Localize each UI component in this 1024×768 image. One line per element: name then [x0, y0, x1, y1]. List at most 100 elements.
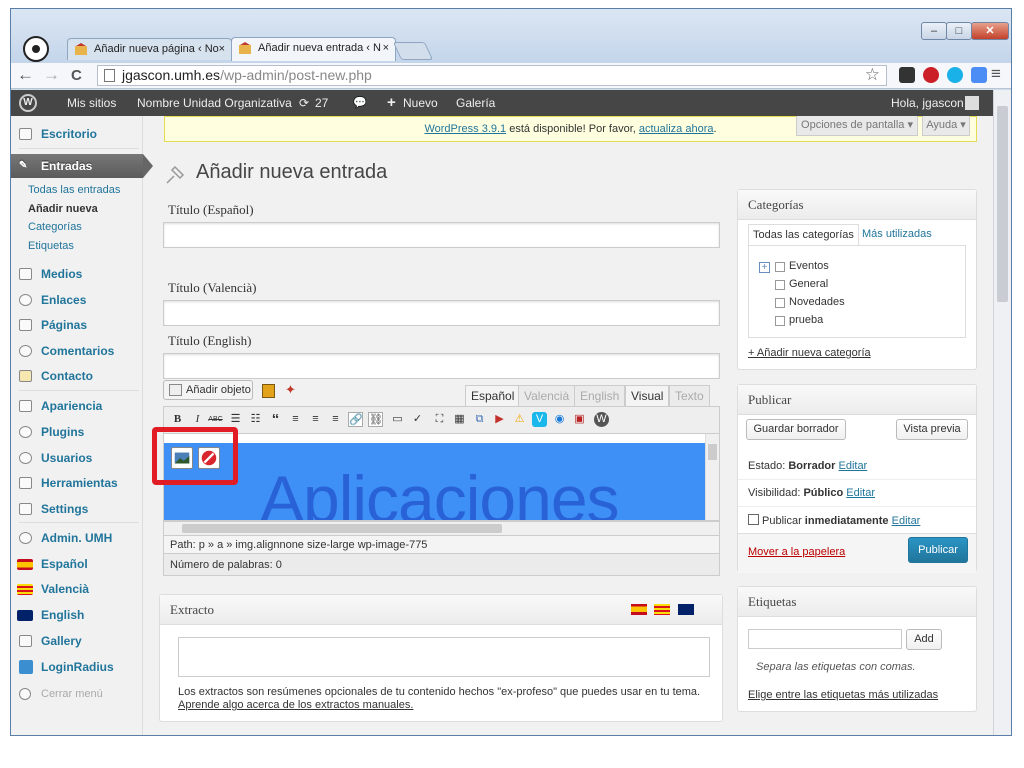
title-va-input[interactable] [163, 300, 720, 326]
align-left-button[interactable]: ≡ [288, 412, 303, 427]
excerpt-textarea[interactable] [178, 637, 710, 677]
menu-media[interactable]: Medios [11, 262, 143, 286]
bullet-list-button[interactable]: ☰ [228, 412, 243, 427]
trash-link[interactable]: Mover a la papelera [748, 546, 845, 558]
forward-icon[interactable]: → [43, 65, 60, 85]
collapse-menu[interactable]: Cerrar menú [11, 682, 143, 706]
italic-button[interactable]: I [190, 412, 205, 427]
unlink-button[interactable]: ⛓ [368, 412, 383, 427]
edit-schedule-link[interactable]: Editar [892, 515, 921, 527]
edit-visibility-link[interactable]: Editar [846, 487, 875, 499]
editor-horizontal-scrollbar[interactable] [163, 521, 720, 536]
close-tab-icon[interactable]: × [219, 39, 225, 59]
category-checkbox[interactable] [775, 262, 785, 272]
new-content-link[interactable]: Nuevo [403, 90, 438, 116]
scrollbar-thumb[interactable] [997, 106, 1008, 302]
reload-icon[interactable]: C [71, 67, 82, 84]
bookmark-star-icon[interactable]: ☆ [865, 65, 880, 84]
vimeo-button[interactable]: V [532, 412, 547, 427]
add-tag-button[interactable]: Add [906, 629, 942, 650]
spain-flag-icon[interactable] [631, 604, 647, 615]
excerpt-learn-link[interactable]: Aprende algo acerca de los extractos man… [178, 699, 413, 711]
updates-icon[interactable]: ⟳ [299, 90, 309, 116]
back-icon[interactable]: ← [17, 65, 34, 85]
menu-plugins[interactable]: Plugins [11, 420, 143, 444]
tab-lang-english[interactable]: English [574, 385, 626, 407]
account-greeting[interactable]: Hola, jgascon [891, 90, 964, 116]
tab-new-page[interactable]: Añadir nueva página ‹ No × [67, 38, 232, 60]
new-tab-button[interactable] [392, 42, 434, 60]
menu-links[interactable]: Enlaces [11, 288, 143, 312]
tab-lang-espanol[interactable]: Español [465, 385, 521, 407]
publish-button[interactable]: Publicar [908, 537, 968, 563]
help-button[interactable]: Ayuda ▾ [922, 116, 970, 136]
blockquote-button[interactable]: “ [268, 412, 283, 427]
menu-admin-umh[interactable]: Admin. UMH [11, 526, 143, 550]
menu-espanol[interactable]: Español [11, 552, 143, 576]
wordpress-version-link[interactable]: WordPress 3.9.1 [424, 123, 506, 135]
menu-appearance[interactable]: Apariencia [11, 394, 143, 418]
strikethrough-button[interactable]: ABC [208, 412, 223, 427]
insert-link-button[interactable]: 🔗 [348, 412, 363, 427]
kitchen-sink-button[interactable]: ▦ [452, 412, 467, 427]
menu-gallery[interactable]: Gallery [11, 629, 143, 653]
maximize-button[interactable]: □ [946, 22, 972, 40]
comments-icon[interactable]: 💬 [353, 90, 367, 116]
horizontal-scroll-thumb[interactable] [182, 524, 502, 533]
valencia-flag-icon[interactable] [654, 604, 670, 615]
submenu-categories[interactable]: Categorías [28, 221, 82, 233]
submenu-tags[interactable]: Etiquetas [28, 240, 74, 252]
spellcheck-button[interactable]: ✓ [410, 412, 425, 427]
plugin-insert-icon[interactable]: ✦ [285, 382, 296, 398]
page-scrollbar[interactable] [993, 90, 1011, 735]
tab-text[interactable]: Texto [669, 385, 710, 407]
align-center-button[interactable]: ≡ [308, 412, 323, 427]
fullscreen-button[interactable]: ⛶ [432, 412, 447, 427]
title-es-input[interactable] [163, 222, 720, 248]
updates-count[interactable]: 27 [315, 90, 328, 116]
choose-tags-link[interactable]: Elige entre las etiquetas más utilizadas [748, 689, 938, 701]
menu-valencia[interactable]: Valencià [11, 577, 143, 601]
title-en-input[interactable] [163, 353, 720, 379]
tab-lang-valencia[interactable]: Valencià [518, 385, 576, 407]
media-play-button[interactable]: ◉ [552, 412, 567, 427]
tab-all-categories[interactable]: Todas las categorías [748, 224, 859, 246]
menu-loginradius[interactable]: LoginRadius [11, 655, 143, 679]
minimize-button[interactable]: – [921, 22, 947, 40]
menu-settings[interactable]: Settings [11, 497, 143, 521]
extension-mail-icon[interactable] [971, 67, 987, 83]
selected-image[interactable]: Aplicaciones [164, 443, 705, 520]
menu-contact[interactable]: Contacto [11, 364, 143, 388]
menu-english[interactable]: English [11, 603, 143, 627]
category-checkbox[interactable] [775, 298, 785, 308]
youtube-button[interactable]: ▶ [492, 412, 507, 427]
menu-posts[interactable]: ✎ Entradas [11, 154, 153, 178]
warning-button[interactable]: ⚠ [512, 412, 527, 427]
insert-more-button[interactable]: ▭ [390, 412, 405, 427]
tag-input[interactable] [748, 629, 902, 649]
menu-comments[interactable]: Comentarios [11, 339, 143, 363]
site-name-link[interactable]: Nombre Unidad Organizativa [137, 90, 292, 116]
tab-visual[interactable]: Visual [625, 385, 670, 407]
save-draft-button[interactable]: Guardar borrador [746, 419, 846, 440]
menu-tools[interactable]: Herramientas [11, 471, 143, 495]
gallery-link[interactable]: Galería [456, 90, 495, 116]
close-tab-icon[interactable]: × [383, 38, 389, 58]
pinterest-icon[interactable] [923, 67, 939, 83]
gallery-insert-icon[interactable] [262, 384, 275, 398]
editor-vertical-scrollbar[interactable] [705, 434, 719, 520]
edit-status-link[interactable]: Editar [838, 460, 867, 472]
category-checkbox[interactable] [775, 316, 785, 326]
menu-icon[interactable]: ≡ [991, 64, 1001, 84]
wordpress-logo-icon[interactable]: W [19, 94, 37, 112]
screen-options-button[interactable]: Opciones de pantalla ▾ [796, 116, 918, 136]
expand-icon[interactable]: + [759, 262, 770, 273]
uk-flag-icon[interactable] [678, 604, 694, 615]
editor-content-area[interactable]: Aplicaciones [163, 433, 720, 521]
submenu-all-posts[interactable]: Todas las entradas [28, 184, 120, 196]
category-checkbox[interactable] [775, 280, 785, 290]
numbered-list-button[interactable]: ☷ [248, 412, 263, 427]
update-now-link[interactable]: actualiza ahora [639, 123, 714, 135]
editor-scroll-thumb[interactable] [708, 444, 717, 460]
extension-circle-icon[interactable] [947, 67, 963, 83]
